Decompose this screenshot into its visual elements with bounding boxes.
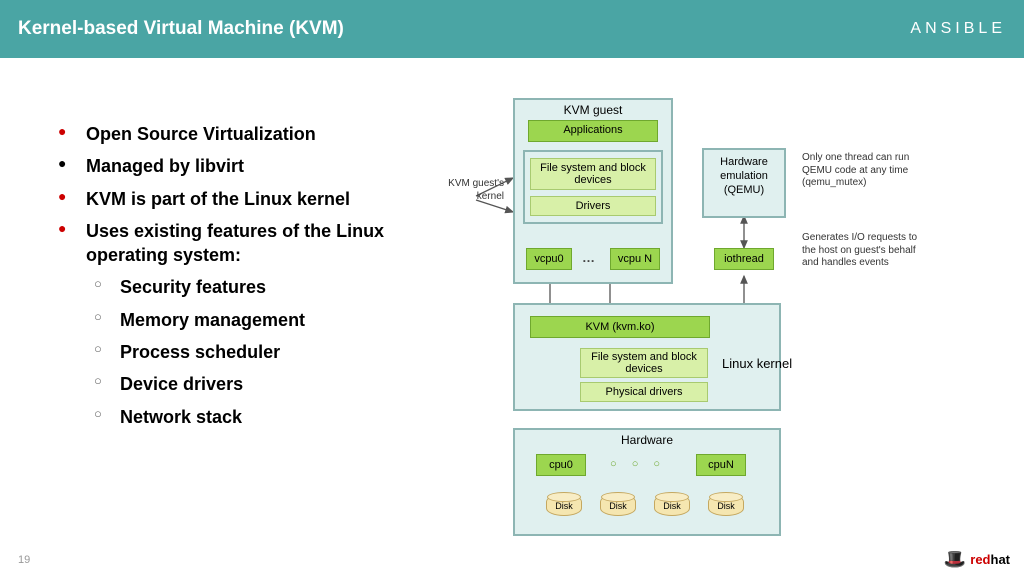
fs-block2-box: File system and block devices — [580, 348, 708, 378]
bullet-item: KVM is part of the Linux kernel — [50, 183, 450, 215]
bullet-item: Open Source Virtualization — [50, 118, 450, 150]
kvm-architecture-diagram: KVM guest Applications File system and b… — [450, 88, 970, 558]
redhat-red: red — [970, 552, 990, 567]
drivers-box: Drivers — [530, 196, 656, 216]
disk-icon: Disk — [654, 494, 690, 516]
cpu0-box: cpu0 — [536, 454, 586, 476]
bullet-list: Open Source Virtualization Managed by li… — [50, 88, 450, 558]
hardware-box: Hardware — [513, 428, 781, 536]
cpu-dots: ○ ○ ○ — [610, 458, 666, 470]
redhat-hat-icon: 🎩 — [944, 549, 966, 570]
kvm-guest-label: KVM guest — [515, 100, 671, 120]
sub-bullet-item: Process scheduler — [50, 336, 450, 368]
phys-drivers-box: Physical drivers — [580, 382, 708, 402]
sub-bullet-item: Memory management — [50, 304, 450, 336]
kvm-ko-box: KVM (kvm.ko) — [530, 316, 710, 338]
vcpu-ellipsis: … — [582, 250, 595, 265]
qemu-box: Hardware emulation (QEMU) — [702, 148, 786, 218]
redhat-logo: 🎩 redhat — [944, 549, 1010, 570]
bullet-item: Uses existing features of the Linux oper… — [50, 215, 450, 272]
slide-content: Open Source Virtualization Managed by li… — [0, 58, 1024, 558]
slide-title: Kernel-based Virtual Machine (KVM) — [18, 18, 344, 40]
iothread-box: iothread — [714, 248, 774, 270]
sub-bullet-item: Device drivers — [50, 368, 450, 400]
annot-iothread: Generates I/O requests to the host on gu… — [802, 232, 922, 270]
disk-icon: Disk — [600, 494, 636, 516]
hardware-label: Hardware — [515, 430, 779, 450]
vcpun-box: vcpu N — [610, 248, 660, 270]
disk-icon: Disk — [708, 494, 744, 516]
annot-guest-kernel: KVM guest's kernel — [434, 178, 504, 203]
cpun-box: cpuN — [696, 454, 746, 476]
applications-box: Applications — [528, 120, 658, 142]
fs-block-box: File system and block devices — [530, 158, 656, 190]
brand-logo: ANSIBLE — [910, 20, 1006, 38]
vcpu0-box: vcpu0 — [526, 248, 572, 270]
annot-qemu: Only one thread can run QEMU code at any… — [802, 152, 922, 190]
sub-bullet-item: Security features — [50, 271, 450, 303]
redhat-hat: hat — [991, 552, 1011, 567]
page-number: 19 — [18, 554, 30, 566]
disk-icon: Disk — [546, 494, 582, 516]
sub-bullet-item: Network stack — [50, 401, 450, 433]
linux-kernel-label: Linux kernel — [722, 356, 792, 371]
slide-header: Kernel-based Virtual Machine (KVM) ANSIB… — [0, 0, 1024, 58]
bullet-item: Managed by libvirt — [50, 150, 450, 182]
